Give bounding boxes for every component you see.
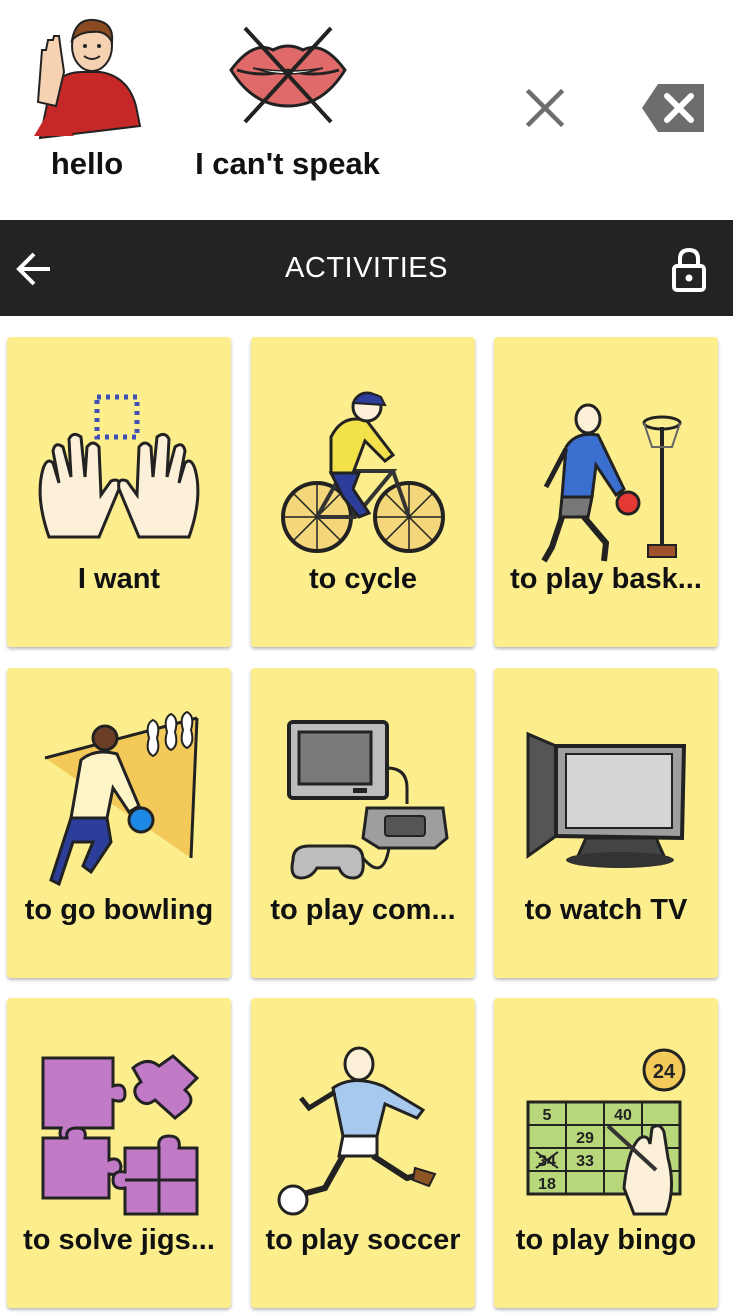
basketball-player-icon xyxy=(516,377,696,567)
sentence-item-hello[interactable]: hello xyxy=(22,10,152,210)
tile-to-solve-jigsaw[interactable]: to solve jigs... xyxy=(7,998,231,1308)
sentence-item-label: hello xyxy=(50,146,124,181)
sentence-bar: hello I can't speak xyxy=(0,0,733,220)
crossed-lips-icon xyxy=(223,10,353,140)
bingo-number: 18 xyxy=(538,1176,556,1193)
sentence-item-label: I can't speak xyxy=(195,146,380,181)
sentence-item-cant-speak[interactable]: I can't speak xyxy=(180,10,395,210)
television-icon xyxy=(516,708,696,898)
tile-to-play-bingo[interactable]: 24 5 40 29 34 33 18 to play bingo xyxy=(494,998,718,1308)
tile-i-want[interactable]: I want xyxy=(7,337,231,647)
clear-button[interactable] xyxy=(515,78,575,138)
bingo-card-icon: 24 5 40 29 34 33 18 xyxy=(516,1038,696,1228)
game-console-icon xyxy=(273,708,453,898)
close-icon xyxy=(515,78,575,138)
bowling-icon xyxy=(29,708,209,898)
tile-to-play-soccer[interactable]: to play soccer xyxy=(251,998,475,1308)
tile-to-watch-tv[interactable]: to watch TV xyxy=(494,668,718,978)
bingo-number: 33 xyxy=(576,1153,594,1170)
backspace-icon xyxy=(638,80,708,136)
page-title: ACTIVITIES xyxy=(285,252,448,284)
tile-label: to go bowling xyxy=(24,894,214,926)
tile-to-cycle[interactable]: to cycle xyxy=(251,337,475,647)
bingo-number: 5 xyxy=(543,1107,552,1124)
tile-label: to play com... xyxy=(270,894,456,926)
tile-label: to play bask... xyxy=(510,563,702,595)
tile-label: to watch TV xyxy=(524,894,688,926)
jigsaw-puzzle-icon xyxy=(29,1038,209,1228)
tile-label: to play bingo xyxy=(515,1224,697,1256)
tile-to-go-bowling[interactable]: to go bowling xyxy=(7,668,231,978)
tile-label: to cycle xyxy=(309,563,417,595)
tile-label: I want xyxy=(77,563,161,595)
tile-label: to solve jigs... xyxy=(23,1224,215,1256)
backspace-button[interactable] xyxy=(638,80,708,136)
soccer-player-icon xyxy=(273,1038,453,1228)
lock-icon xyxy=(666,246,712,292)
tile-to-play-basketball[interactable]: to play bask... xyxy=(494,337,718,647)
header-bar: ACTIVITIES xyxy=(0,220,733,316)
bingo-number: 29 xyxy=(576,1130,594,1147)
hands-reaching-icon xyxy=(29,377,209,567)
waving-person-icon xyxy=(22,10,152,140)
bingo-number: 40 xyxy=(614,1107,632,1124)
tile-to-play-computer[interactable]: to play com... xyxy=(251,668,475,978)
lock-button[interactable] xyxy=(666,246,712,292)
tile-label: to play soccer xyxy=(265,1224,461,1256)
bingo-ball-number: 24 xyxy=(653,1061,676,1083)
bicycle-rider-icon xyxy=(273,377,453,567)
